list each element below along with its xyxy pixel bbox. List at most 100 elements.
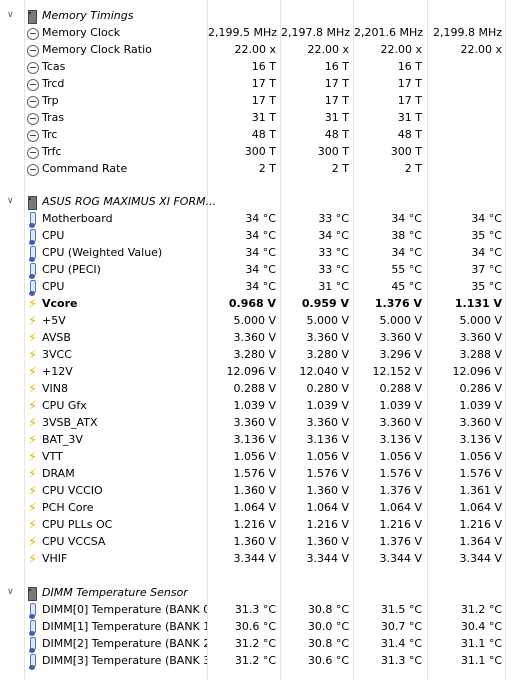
average-value: 3.288 V [459,348,502,361]
sensor-row[interactable]: Tcas 16 T 16 T 16 T [0,59,514,76]
current-value: 34 °C [245,246,276,259]
sensor-row[interactable]: DIMM[0] Temperature (BANK 0... 31.3 °C 30.… [0,602,514,619]
sensor-row[interactable]: ⚡ VTT 1.056 V 1.056 V 1.056 V 1.056 V [0,449,514,466]
average-value: 31.1 °C [460,637,502,650]
sensor-label: 3VSB_ATX [42,416,98,429]
current-value: 31 T [251,111,276,124]
sensor-label: AVSB [42,331,71,344]
thermometer-icon [26,280,40,296]
sensor-row[interactable]: DIMM[2] Temperature (BANK 2... 31.2 °C 30.… [0,636,514,653]
sensor-label: Command Rate [42,162,128,175]
chevron-down-icon[interactable]: ∨ [7,196,14,206]
voltage-bolt-icon: ⚡ [28,501,38,516]
minimum-value: 17 T [324,94,349,107]
minimum-value: 30.8 °C [307,637,349,650]
sensor-row[interactable]: ⚡ 3VSB_ATX 3.360 V 3.360 V 3.360 V 3.360 V [0,415,514,432]
sensor-row[interactable]: DIMM[1] Temperature (BANK 1... 30.6 °C 30.… [0,619,514,636]
maximum-value: 38 °C [391,229,422,242]
sensor-row[interactable]: ⚡ BAT_3V 3.136 V 3.136 V 3.136 V 3.136 V [0,432,514,449]
minimum-value: 33 °C [318,263,349,276]
maximum-value: 31.4 °C [380,637,422,650]
maximum-value: 17 T [397,77,422,90]
minimum-value: 48 T [324,128,349,141]
minimum-value: 31 °C [318,280,349,293]
sensor-row[interactable]: ⚡ PCH Core 1.064 V 1.064 V 1.064 V 1.064 V [0,500,514,517]
sensor-label: CPU [42,229,65,242]
sensor-row[interactable]: ⚡ VHIF 3.344 V 3.344 V 3.344 V 3.344 V [0,551,514,568]
sensor-row[interactable]: CPU 34 °C 34 °C 38 °C 35 °C [0,228,514,245]
sensor-label: 3VCC [42,348,72,361]
sensor-row[interactable]: CPU (PECI) 34 °C 33 °C 55 °C 37 °C [0,262,514,279]
clock-icon [26,111,40,126]
clock-icon [26,128,40,143]
average-value: 35 °C [471,280,502,293]
sensor-row[interactable]: ⚡ CPU VCCIO 1.360 V 1.360 V 1.376 V 1.361 V [0,483,514,500]
maximum-value: 16 T [397,60,422,73]
current-value: 2 T [258,162,276,175]
thermometer-icon [26,637,40,653]
sensor-row[interactable]: ⚡ +5V 5.000 V 5.000 V 5.000 V 5.000 V [0,313,514,330]
sensor-row[interactable]: Tras 31 T 31 T 31 T [0,110,514,127]
minimum-value: 30.6 °C [307,654,349,667]
average-value: 30.4 °C [460,620,502,633]
sensor-row[interactable]: ⚡ AVSB 3.360 V 3.360 V 3.360 V 3.360 V [0,330,514,347]
average-value: 0.286 V [459,382,502,395]
average-value: 34 °C [471,212,502,225]
sensor-label: Tcas [42,60,66,73]
sensor-row[interactable]: ⚡ 3VCC 3.280 V 3.280 V 3.296 V 3.288 V [0,347,514,364]
sensor-row[interactable]: ⚡ CPU Gfx 1.039 V 1.039 V 1.039 V 1.039 V [0,398,514,415]
group-header[interactable]: ∨ Memory Timings [0,8,514,25]
sensor-row[interactable]: ⚡ CPU VCCSA 1.360 V 1.360 V 1.376 V 1.364 V [0,534,514,551]
average-value: 1.131 V [454,297,502,310]
maximum-value: 2,201.6 MHz [354,26,424,39]
voltage-bolt-icon: ⚡ [28,467,38,482]
sensor-row[interactable]: Command Rate 2 T 2 T 2 T [0,161,514,178]
chevron-down-icon[interactable]: ∨ [7,587,14,597]
sensor-label: CPU (Weighted Value) [42,246,163,259]
current-value: 3.136 V [233,433,276,446]
sensor-row[interactable]: ⚡ +12V 12.096 V 12.040 V 12.152 V 12.096 V [0,364,514,381]
average-value: 3.344 V [459,552,502,565]
clock-icon [26,26,40,41]
current-value: 0.288 V [233,382,276,395]
sensor-label: Trcd [42,77,65,90]
sensor-row[interactable]: ⚡ DRAM 1.576 V 1.576 V 1.576 V 1.576 V [0,466,514,483]
minimum-value: 2,197.8 MHz [281,26,351,39]
sensor-label: Trfc [42,145,62,158]
voltage-bolt-icon: ⚡ [28,331,38,346]
sensor-label: PCH Core [42,501,94,514]
thermometer-icon [26,263,40,279]
sensor-label: DIMM[0] Temperature (BANK 0... [42,603,207,616]
sensor-row[interactable]: Memory Clock 2,199.5 MHz 2,197.8 MHz 2,201.… [0,25,514,42]
voltage-bolt-icon: ⚡ [28,382,38,397]
sensor-row[interactable]: ⚡ Vcore 0.968 V 0.959 V 1.376 V 1.131 V [0,296,514,313]
group-title: Memory Timings [42,9,134,22]
sensor-row[interactable]: Trcd 17 T 17 T 17 T [0,76,514,93]
current-value: 12.096 V [226,365,276,378]
maximum-value: 1.064 V [379,501,422,514]
chip-icon [26,9,40,24]
sensor-label: +5V [42,314,66,327]
sensor-row[interactable]: Trc 48 T 48 T 48 T [0,127,514,144]
sensor-row[interactable]: Memory Clock Ratio 22.00 x 22.00 x 22.00 x 2… [0,42,514,59]
chevron-down-icon[interactable]: ∨ [7,10,14,20]
maximum-value: 55 °C [391,263,422,276]
current-value: 31.2 °C [234,654,276,667]
sensor-row[interactable]: CPU 34 °C 31 °C 45 °C 35 °C [0,279,514,296]
sensor-row[interactable]: Motherboard 34 °C 33 °C 34 °C 34 °C [0,211,514,228]
sensor-row[interactable]: CPU (Weighted Value) 34 °C 33 °C 34 °C 34 °C [0,245,514,262]
sensor-row[interactable]: ⚡ CPU PLLs OC 1.216 V 1.216 V 1.216 V 1.216 V [0,517,514,534]
sensor-row[interactable]: ⚡ VIN8 0.288 V 0.280 V 0.288 V 0.286 V [0,381,514,398]
group-header[interactable]: ∨ DIMM Temperature Sensor [0,585,514,602]
average-value: 31.1 °C [460,654,502,667]
sensor-label: Memory Clock [42,26,121,39]
current-value: 34 °C [245,263,276,276]
minimum-value: 30.8 °C [307,603,349,616]
sensor-row[interactable]: Trfc 300 T 300 T 300 T [0,144,514,161]
minimum-value: 0.280 V [306,382,349,395]
maximum-value: 34 °C [391,212,422,225]
sensor-row[interactable]: Trp 17 T 17 T 17 T [0,93,514,110]
group-header[interactable]: ∨ ASUS ROG MAXIMUS XI FORM... [0,194,514,211]
sensor-label: Vcore [42,297,78,310]
sensor-row[interactable]: DIMM[3] Temperature (BANK 3... 31.2 °C 30.… [0,653,514,670]
